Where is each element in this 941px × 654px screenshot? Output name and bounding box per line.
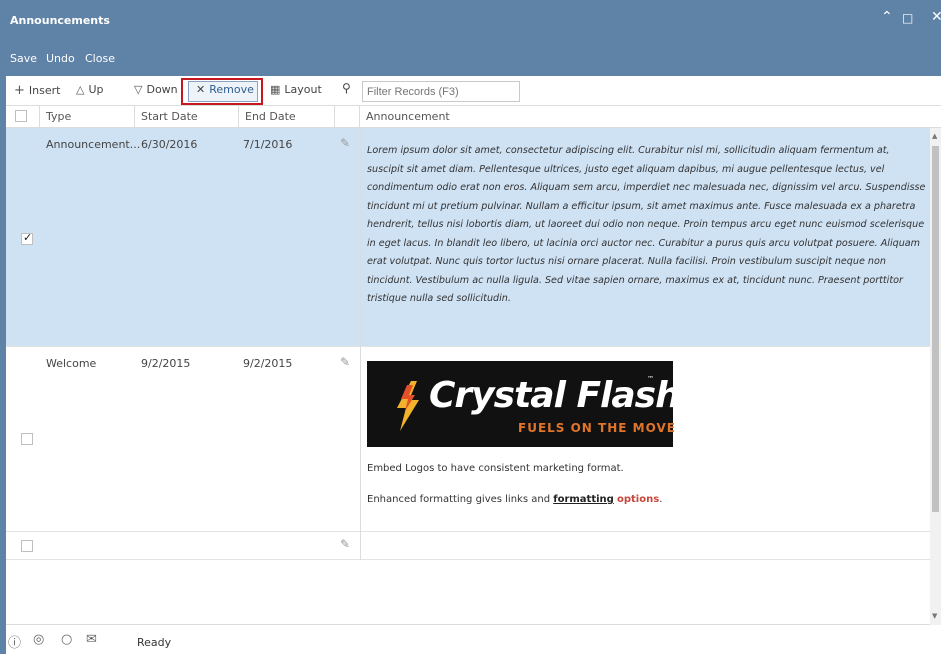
lightning-bolt-icon <box>397 381 419 431</box>
layout-label: Layout <box>284 83 322 96</box>
mail-icon[interactable]: ✉ <box>86 632 97 647</box>
scroll-up-icon[interactable]: ▲ <box>932 132 937 140</box>
row-checkbox[interactable] <box>21 540 33 552</box>
save-button[interactable]: Save <box>10 52 37 65</box>
up-button[interactable]: △ Up <box>76 83 104 96</box>
edit-pencil-icon[interactable]: ✎ <box>340 355 350 369</box>
column-header-end-date[interactable]: End Date <box>239 106 335 128</box>
column-divider <box>360 128 361 560</box>
logo-name: Crystal Flash <box>429 375 681 416</box>
table-row[interactable]: Announcement... 6/30/2016 7/1/2016 ✎ Lor… <box>6 128 930 347</box>
logo-trademark: ™ <box>647 375 654 383</box>
row-checkbox[interactable] <box>21 433 33 445</box>
down-label: Down <box>146 83 178 96</box>
vertical-scrollbar[interactable]: ▲ ▼ <box>930 128 941 625</box>
insert-button[interactable]: + Insert <box>14 83 60 98</box>
down-arrow-icon: ▽ <box>134 83 143 96</box>
scroll-thumb[interactable] <box>932 146 939 512</box>
options-text: options <box>617 494 660 505</box>
plus-icon: + <box>14 83 25 98</box>
insert-label: Insert <box>28 84 61 97</box>
menu-bar: Save Undo Close <box>6 40 941 76</box>
remove-label: Remove <box>209 83 254 96</box>
close-icon[interactable]: ✕ <box>931 9 941 25</box>
grid-body: Announcement... 6/30/2016 7/1/2016 ✎ Lor… <box>6 128 930 625</box>
maximize-icon[interactable]: □ <box>902 11 913 25</box>
grid-header: Type Start Date End Date Announcement <box>6 106 941 128</box>
status-bar: ⓘ ◎ ○ ✉ Ready <box>6 626 941 654</box>
lightbulb-icon[interactable]: ○ <box>61 632 72 647</box>
status-text: Ready <box>137 636 172 649</box>
remove-x-icon: ✕ <box>196 83 206 96</box>
column-header-start-date[interactable]: Start Date <box>135 106 239 128</box>
remove-button[interactable]: ✕ Remove <box>196 83 254 96</box>
announcements-window: Announcements ⌃ □ ✕ Save Undo Close + Ins… <box>0 0 941 654</box>
crystal-flash-logo: Crystal Flash ™ FUELS ON THE MOVE <box>367 361 681 447</box>
enhanced-suffix: . <box>659 494 663 505</box>
up-arrow-icon: △ <box>76 83 85 96</box>
up-label: Up <box>88 83 104 96</box>
grid-layout-icon: ▦ <box>270 83 281 96</box>
down-button[interactable]: ▽ Down <box>134 83 178 96</box>
enhanced-formatting-text: Enhanced formatting gives links and form… <box>367 494 662 505</box>
cell-end-date: 9/2/2015 <box>243 357 293 370</box>
filter-records-input[interactable] <box>362 81 520 102</box>
collapse-icon[interactable]: ⌃ <box>881 9 893 25</box>
layout-button[interactable]: ▦ Layout <box>270 83 322 96</box>
cell-end-date: 7/1/2016 <box>243 138 293 151</box>
column-header-type[interactable]: Type <box>40 106 135 128</box>
edit-pencil-icon[interactable]: ✎ <box>340 537 350 551</box>
scroll-down-icon[interactable]: ▼ <box>932 612 937 620</box>
undo-button[interactable]: Undo <box>46 52 75 65</box>
cell-start-date: 6/30/2016 <box>141 138 198 151</box>
cell-announcement: Lorem ipsum dolor sit amet, consectetur … <box>367 145 926 304</box>
table-row[interactable]: Welcome 9/2/2015 9/2/2015 ✎ Crystal Flas… <box>6 347 930 532</box>
embed-logos-text: Embed Logos to have consistent marketing… <box>367 463 624 474</box>
close-button[interactable]: Close <box>85 52 115 65</box>
column-header-edit <box>335 106 360 128</box>
enhanced-prefix: Enhanced formatting gives links and <box>367 494 554 505</box>
grid-toolbar: + Insert △ Up ▽ Down ✕ Remove ▦ Layout ⚲ <box>6 76 941 106</box>
title-bar: Announcements ⌃ □ ✕ <box>6 0 941 40</box>
column-header-announcement[interactable]: Announcement <box>360 106 930 128</box>
cell-type: Welcome <box>46 357 97 370</box>
cell-type: Announcement... <box>46 138 141 151</box>
logo-tagline: FUELS ON THE MOVE <box>518 421 676 435</box>
help-icon[interactable]: ⓘ <box>8 632 21 651</box>
window-title: Announcements <box>10 14 110 27</box>
formatting-link[interactable]: formatting <box>553 494 614 505</box>
support-icon[interactable]: ◎ <box>33 632 44 647</box>
cell-start-date: 9/2/2015 <box>141 357 191 370</box>
select-all-cell <box>6 106 40 128</box>
search-icon: ⚲ <box>342 81 351 95</box>
select-all-checkbox[interactable] <box>15 110 27 122</box>
edit-pencil-icon[interactable]: ✎ <box>340 136 350 150</box>
row-checkbox[interactable] <box>21 231 33 245</box>
table-row[interactable]: ✎ <box>6 532 930 560</box>
